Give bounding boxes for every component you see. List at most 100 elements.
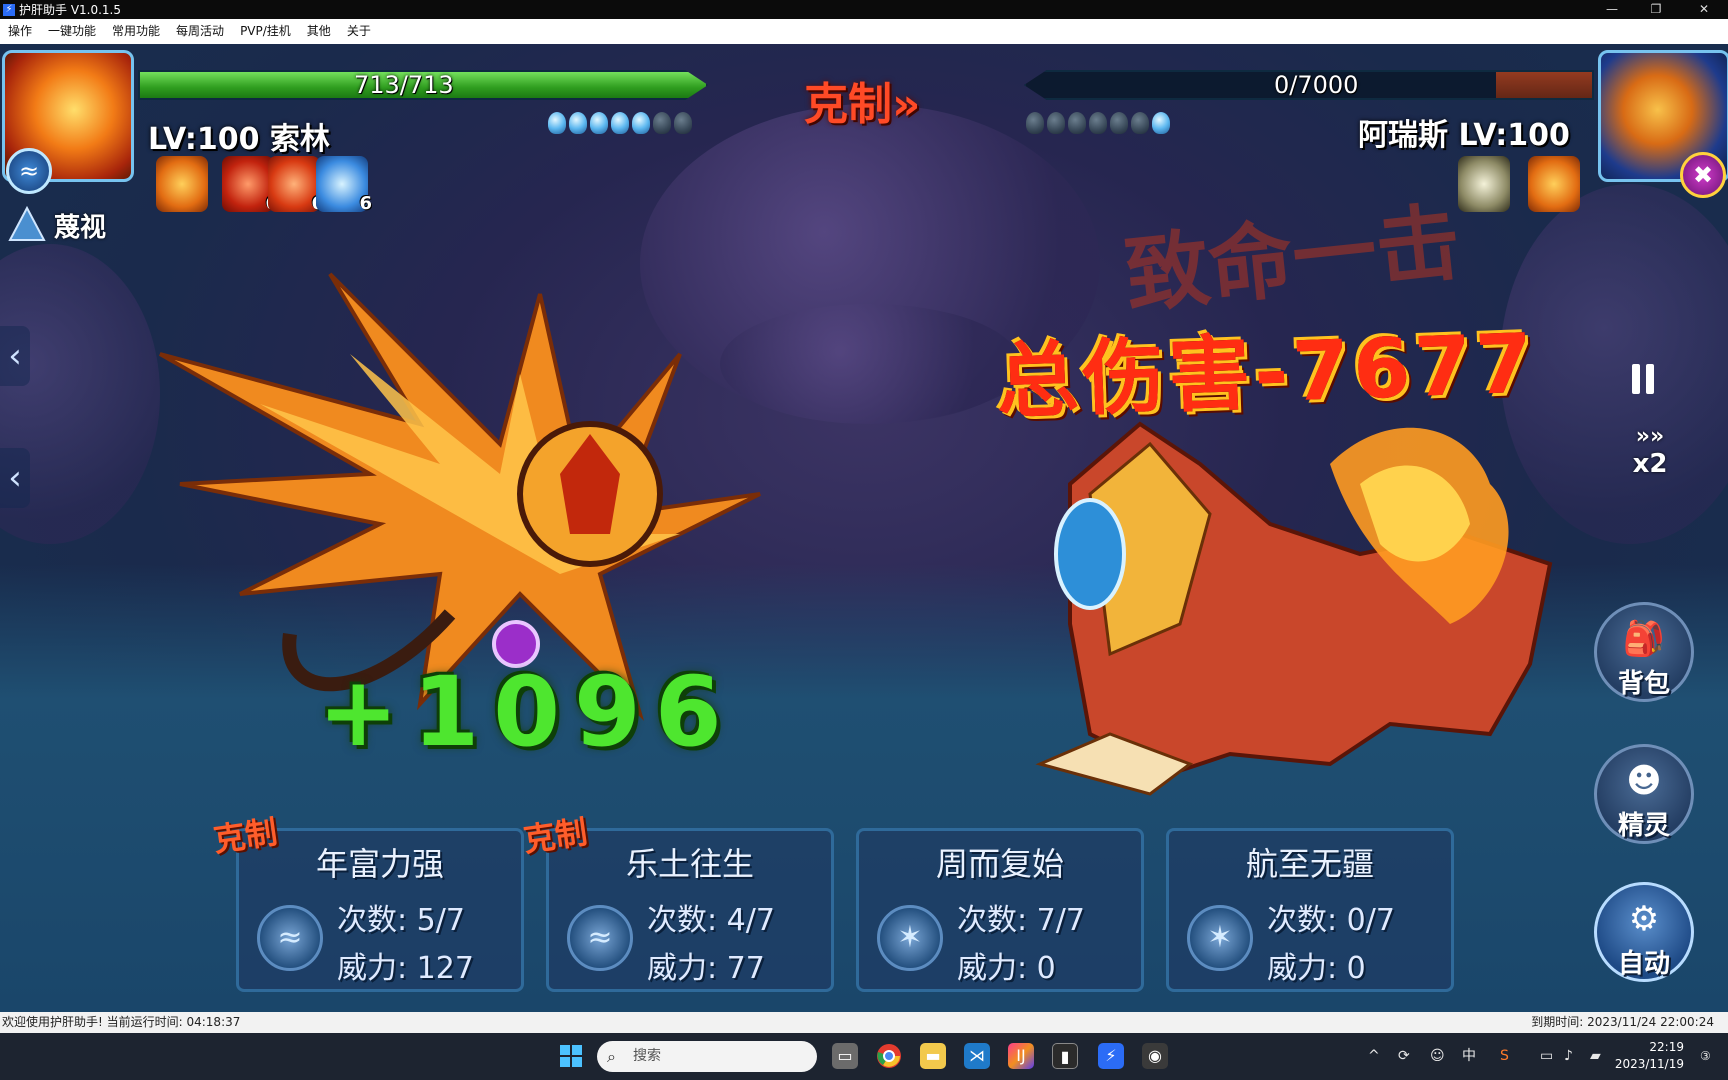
energy-gem-icon bbox=[1026, 112, 1044, 134]
buff-fire-icon[interactable] bbox=[156, 156, 208, 212]
terminal-icon[interactable]: ▮ bbox=[1052, 1043, 1078, 1069]
energy-gem-icon bbox=[1068, 112, 1086, 134]
pause-button[interactable] bbox=[1632, 364, 1662, 398]
enemy-element-icon: ✖ bbox=[1680, 152, 1726, 198]
skill-button-1[interactable]: 克制 年富力强 ≈ 次数: 5/7 威力: 127 bbox=[211, 813, 524, 992]
game-controller-icon[interactable]: ◉ bbox=[1142, 1043, 1168, 1069]
qq-penguin-icon[interactable]: ☺ bbox=[1430, 1033, 1445, 1080]
windows-taskbar: ⌕ 搜索 ▭ ▬ ⋊ IJ ▮ ⚡ ◉ ^ ⟳ ☺ 中 S ▭ ♪ ▰ 22:1… bbox=[0, 1033, 1728, 1080]
enemy-buff-ghost-icon[interactable] bbox=[1458, 156, 1510, 212]
spirit-button[interactable]: ☻ 精灵 bbox=[1594, 744, 1694, 844]
bag-label: 背包 bbox=[1617, 669, 1670, 699]
enemy-buff-fire-icon[interactable] bbox=[1528, 156, 1580, 212]
lightning-app-icon[interactable]: ⚡ bbox=[1098, 1043, 1124, 1069]
clock-date: 2023/11/19 bbox=[1614, 1057, 1684, 1071]
chevron-left-icon[interactable]: ‹ bbox=[0, 448, 30, 508]
sogou-icon[interactable]: S bbox=[1500, 1033, 1509, 1080]
skill-power: 威力: 127 bbox=[337, 951, 474, 986]
spirit-face-icon: ☻ bbox=[1626, 761, 1662, 801]
network-icon[interactable]: ▭ bbox=[1540, 1033, 1553, 1080]
energy-gem-icon bbox=[1110, 112, 1128, 134]
menu-weekly[interactable]: 每周活动 bbox=[168, 19, 232, 44]
expiry-status: 到期时间: 2023/11/24 22:00:24 bbox=[1531, 1015, 1714, 1029]
sync-icon[interactable]: ⟳ bbox=[1398, 1033, 1410, 1080]
heal-amount-text: +1096 bbox=[318, 656, 736, 768]
runtime-status: 欢迎使用护肝助手! 当前运行时间: 04:18:37 bbox=[2, 1015, 241, 1029]
intellij-icon[interactable]: IJ bbox=[1008, 1043, 1034, 1069]
fast-forward-icon: »» bbox=[1635, 424, 1665, 449]
enemy-creature bbox=[1035, 421, 1553, 796]
auto-label: 自动 bbox=[1617, 949, 1670, 979]
volume-icon[interactable]: ♪ bbox=[1564, 1033, 1573, 1080]
scout-indicator: 蔑视 bbox=[8, 206, 106, 244]
spirit-label: 精灵 bbox=[1617, 811, 1670, 841]
vscode-icon[interactable]: ⋊ bbox=[964, 1043, 990, 1069]
folder-icon[interactable]: ▬ bbox=[920, 1043, 946, 1069]
battery-icon[interactable]: ▰ bbox=[1590, 1033, 1601, 1080]
restore-icon[interactable]: ❐ bbox=[1634, 0, 1678, 19]
buff-speed-icon[interactable]: 6 bbox=[316, 156, 372, 214]
buff-attack-icon[interactable]: 6 bbox=[222, 156, 278, 214]
energy-gem-icon bbox=[1152, 112, 1170, 134]
menu-one-click[interactable]: 一键功能 bbox=[40, 19, 104, 44]
menu-common[interactable]: 常用功能 bbox=[104, 19, 168, 44]
skill-uses: 次数: 0/7 bbox=[1267, 903, 1395, 938]
energy-gem-icon bbox=[611, 112, 629, 134]
minimize-icon[interactable]: — bbox=[1590, 0, 1634, 19]
energy-gem-icon bbox=[1089, 112, 1107, 134]
bag-button[interactable]: 🎒 背包 bbox=[1594, 602, 1694, 702]
buff-count: 6 bbox=[359, 193, 372, 214]
app-lightning-icon: ⚡ bbox=[3, 3, 15, 16]
skill-name: 航至无疆 bbox=[1245, 845, 1374, 883]
skill-name: 年富力强 bbox=[315, 845, 444, 883]
skill-uses: 次数: 7/7 bbox=[957, 903, 1085, 938]
star-status-icon: ✶ bbox=[1187, 905, 1253, 971]
player-hp-text: 713/713 bbox=[354, 71, 454, 99]
menu-operate[interactable]: 操作 bbox=[0, 19, 40, 44]
energy-gem-icon bbox=[569, 112, 587, 134]
speed-toggle-button[interactable]: »» x2 bbox=[1624, 424, 1676, 488]
skill-button-2[interactable]: 克制 乐土往生 ≈ 次数: 4/7 威力: 77 bbox=[521, 813, 834, 992]
taskbar-search-input[interactable]: ⌕ 搜索 bbox=[597, 1041, 817, 1072]
window-titlebar: ⚡ 护肝助手 V1.0.1.5 — ❐ ✕ bbox=[0, 0, 1728, 19]
notification-icon[interactable]: ③ bbox=[1700, 1033, 1711, 1080]
ime-indicator[interactable]: 中 bbox=[1462, 1033, 1476, 1080]
skill-button-4[interactable]: 航至无疆 ✶ 次数: 0/7 威力: 0 bbox=[1166, 828, 1454, 992]
menu-other[interactable]: 其他 bbox=[299, 19, 339, 44]
windows-start-icon[interactable] bbox=[558, 1043, 584, 1069]
enemy-energy-gems bbox=[1026, 112, 1170, 134]
chevron-up-icon[interactable]: ^ bbox=[1368, 1033, 1380, 1080]
auto-robot-icon: ⚙ bbox=[1628, 899, 1660, 939]
skill-power: 威力: 77 bbox=[647, 951, 765, 986]
water-swirl-icon: ≈ bbox=[257, 905, 323, 971]
counter-banner: 克制» bbox=[804, 79, 921, 130]
energy-gem-icon bbox=[674, 112, 692, 134]
total-damage-text: 总伤害-7677 bbox=[994, 316, 1539, 431]
auto-battle-button[interactable]: ⚙ 自动 bbox=[1594, 882, 1694, 982]
scout-label: 蔑视 bbox=[54, 212, 107, 243]
chrome-icon[interactable] bbox=[876, 1043, 902, 1069]
speed-label: x2 bbox=[1632, 449, 1668, 479]
energy-gem-icon bbox=[653, 112, 671, 134]
menu-pvp[interactable]: PVP/挂机 bbox=[232, 19, 299, 44]
skill-power: 威力: 0 bbox=[1267, 951, 1366, 986]
water-element-icon: ≈ bbox=[6, 148, 52, 194]
menu-bar: 操作 一键功能 常用功能 每周活动 PVP/挂机 其他 关于 bbox=[0, 19, 1728, 44]
clock-time: 22:19 bbox=[1649, 1040, 1684, 1054]
chevron-left-icon[interactable]: ‹ bbox=[0, 326, 30, 386]
window-title: 护肝助手 V1.0.1.5 bbox=[19, 3, 122, 17]
battle-scene[interactable]: 713/713 0/7000 ≈ ✖ LV:100 索林 阿瑞斯 LV:100 bbox=[0, 44, 1728, 1012]
enemy-hp-fill bbox=[1495, 72, 1592, 98]
app-root: ⚡ 护肝助手 V1.0.1.5 — ❐ ✕ 操作 一键功能 常用功能 每周活动 … bbox=[0, 0, 1728, 1080]
skill-power: 威力: 0 bbox=[957, 951, 1056, 986]
close-icon[interactable]: ✕ bbox=[1682, 0, 1726, 19]
energy-gem-icon bbox=[632, 112, 650, 134]
skill-name: 乐土往生 bbox=[625, 845, 754, 883]
task-view-icon[interactable]: ▭ bbox=[832, 1043, 858, 1069]
menu-about[interactable]: 关于 bbox=[339, 19, 379, 44]
skill-button-3[interactable]: 周而复始 ✶ 次数: 7/7 威力: 0 bbox=[856, 828, 1144, 992]
triangle-rank-icon bbox=[8, 206, 46, 241]
search-placeholder: 搜索 bbox=[633, 1048, 661, 1064]
taskbar-clock[interactable]: 22:19 2023/11/19 bbox=[1612, 1039, 1684, 1073]
buff-defense-icon[interactable]: 6 bbox=[268, 156, 324, 214]
